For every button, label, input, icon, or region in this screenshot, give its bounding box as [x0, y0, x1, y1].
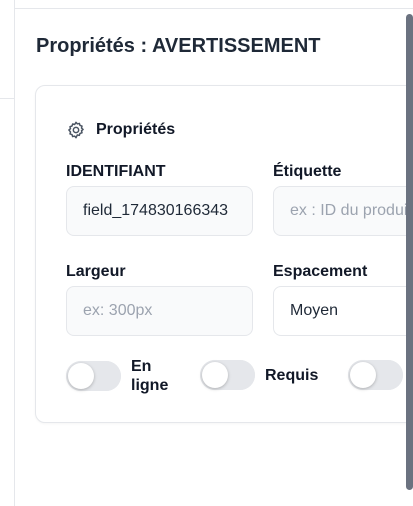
switch-knob: [68, 363, 94, 389]
en-ligne-label: En ligne: [131, 358, 169, 394]
properties-panel: Propriétés : AVERTISSEMENT Propriétés ID…: [0, 0, 413, 506]
en-ligne-switch[interactable]: [66, 361, 121, 391]
espacement-select[interactable]: Moyen: [273, 286, 413, 336]
espacement-value: Moyen: [290, 302, 339, 319]
largeur-label: Largeur: [66, 263, 126, 280]
left-sidebar-edge: [0, 0, 15, 506]
identifiant-label: IDENTIFIANT: [66, 163, 166, 180]
etiquette-label: Étiquette: [273, 163, 342, 180]
identifiant-input[interactable]: [66, 186, 253, 236]
section-header: Propriétés: [66, 120, 175, 140]
etiquette-input[interactable]: [273, 186, 413, 236]
largeur-input[interactable]: [66, 286, 253, 336]
gear-icon: [68, 121, 84, 139]
third-switch[interactable]: [348, 360, 403, 390]
requis-label: Requis: [265, 366, 319, 384]
top-divider: [14, 8, 413, 9]
section-title: Propriétés: [96, 121, 176, 138]
panel-title: Propriétés : AVERTISSEMENT: [36, 35, 321, 57]
left-sidebar-header: [0, 0, 14, 99]
vertical-scrollbar[interactable]: [406, 14, 413, 490]
toggle-en-ligne[interactable]: En ligne: [66, 357, 181, 395]
requis-switch[interactable]: [200, 360, 255, 390]
espacement-label: Espacement: [273, 263, 368, 280]
switch-knob: [202, 362, 228, 388]
switch-knob: [350, 362, 376, 388]
toggle-third[interactable]: [348, 360, 403, 390]
toggle-requis[interactable]: Requis: [200, 360, 318, 390]
